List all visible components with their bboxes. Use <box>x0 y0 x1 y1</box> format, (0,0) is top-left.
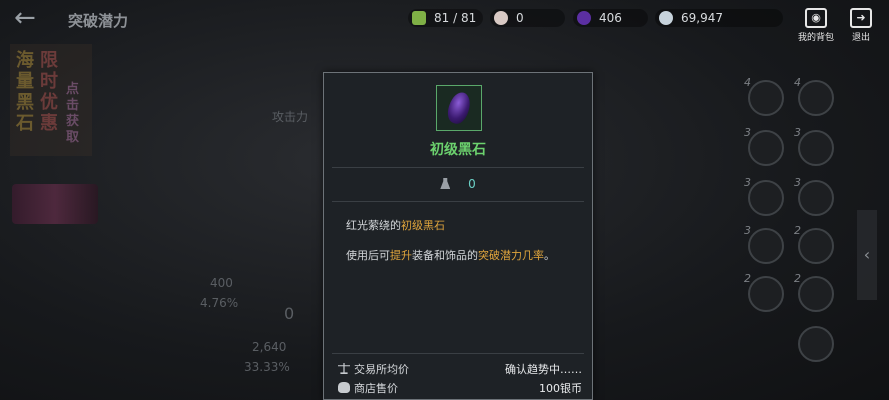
shop-price-row: 商店售价 100银币 <box>338 380 582 396</box>
pearl-resource: 0 <box>490 9 565 27</box>
silver-resource: 69,947 <box>655 9 783 27</box>
page-title: 突破潜力 <box>68 12 129 30</box>
bg-value-c: 2,640 <box>252 340 287 354</box>
divider <box>332 201 584 202</box>
bag-icon: ◉ <box>805 8 827 28</box>
item-count: 0 <box>468 177 476 191</box>
item-slot[interactable]: 3 <box>794 126 834 166</box>
scale-icon <box>338 363 350 374</box>
desc-highlight: 提升 <box>390 249 412 262</box>
item-slot[interactable]: 4 <box>794 76 834 116</box>
item-tooltip: 初级黑石 0 红光萦绕的初级黑石 使用后可提升装备和饰品的突破潜力几率。 交易所… <box>323 72 593 400</box>
item-slot[interactable]: 2 <box>794 272 834 312</box>
exchange-price-label: 交易所均价 <box>354 363 409 376</box>
promo-banner[interactable]: 海量黑石 限时优惠 点击获取 <box>10 44 92 156</box>
pearl-icon <box>494 11 508 25</box>
exit-icon: ➜ <box>850 8 872 28</box>
promo-text-a: 海量黑石 <box>16 50 34 134</box>
divider <box>332 167 584 168</box>
item-slot[interactable] <box>798 326 834 362</box>
top-bar: ← 突破潜力 81 / 81 0 406 69,947 ◉ 我的背包 ➜ 退出 <box>0 0 889 43</box>
desc-highlight: 初级黑石 <box>401 219 445 232</box>
item-slot[interactable]: 2 <box>744 272 784 312</box>
item-slot[interactable]: 4 <box>744 76 784 116</box>
item-description-2: 使用后可提升装备和饰品的突破潜力几率。 <box>346 247 555 263</box>
bag-button[interactable]: ◉ 我的背包 <box>796 8 836 43</box>
desc-text: 装备和饰品的 <box>412 249 478 262</box>
desc-text: 。 <box>544 249 555 262</box>
slot-level: 3 <box>744 224 751 237</box>
slot-level: 3 <box>744 126 751 139</box>
silver-value: 69,947 <box>681 11 723 25</box>
bg-pct-a: 4.76% <box>200 296 239 310</box>
item-slot[interactable]: 3 <box>744 176 784 216</box>
silver-coin-icon <box>659 11 673 25</box>
promo-text-c: 点击获取 <box>66 82 80 145</box>
item-icon-frame <box>436 85 482 131</box>
desc-text: 使用后可 <box>346 249 390 262</box>
blackstone-icon <box>444 89 474 127</box>
stamina-icon <box>412 11 426 25</box>
orb-value: 406 <box>599 11 622 25</box>
exchange-price-value: 确认趋势中…… <box>505 363 582 376</box>
weight-icon <box>440 178 451 189</box>
arrow-left-icon[interactable]: ← <box>14 5 44 32</box>
shop-price-label: 商店售价 <box>354 382 398 395</box>
slot-level: 2 <box>744 272 751 285</box>
desc-text: 红光萦绕的 <box>346 219 401 232</box>
exchange-price-row: 交易所均价 确认趋势中…… <box>338 361 582 377</box>
orb-resource: 406 <box>573 9 648 27</box>
item-slot[interactable]: 3 <box>794 176 834 216</box>
stamina-value: 81 / 81 <box>434 11 477 25</box>
orb-icon <box>577 11 591 25</box>
money-bag-icon <box>338 382 350 393</box>
item-slot[interactable]: 3 <box>744 224 784 264</box>
bg-pct-c: 33.33% <box>244 360 290 374</box>
item-count-row: 0 <box>324 177 592 191</box>
item-slot[interactable]: 2 <box>794 224 834 264</box>
stamina-resource: 81 / 81 <box>408 9 483 27</box>
blackstone-pile-image <box>12 184 98 224</box>
slot-level: 4 <box>794 76 801 89</box>
promo-text-b: 限时优惠 <box>40 50 58 134</box>
bg-value-b: 0 <box>284 304 295 323</box>
bg-value-a: 400 <box>210 276 233 290</box>
shop-price-value: 100银币 <box>539 382 582 395</box>
desc-highlight: 突破潜力几率 <box>478 249 544 262</box>
item-description-1: 红光萦绕的初级黑石 <box>346 217 445 233</box>
pearl-value: 0 <box>516 11 524 25</box>
slot-level: 2 <box>794 224 801 237</box>
item-slot[interactable]: 3 <box>744 126 784 166</box>
bag-label: 我的背包 <box>797 33 834 43</box>
chevron-left-icon[interactable]: ‹ <box>857 210 877 300</box>
exit-label: 退出 <box>851 33 870 43</box>
slot-level: 3 <box>794 176 801 189</box>
item-name: 初级黑石 <box>430 142 486 158</box>
divider <box>332 353 584 354</box>
slot-level: 3 <box>794 126 801 139</box>
slot-level: 3 <box>744 176 751 189</box>
attack-label: 攻击力 <box>272 110 309 124</box>
exit-button[interactable]: ➜ 退出 <box>846 8 876 43</box>
slot-level: 4 <box>744 76 751 89</box>
slot-level: 2 <box>794 272 801 285</box>
